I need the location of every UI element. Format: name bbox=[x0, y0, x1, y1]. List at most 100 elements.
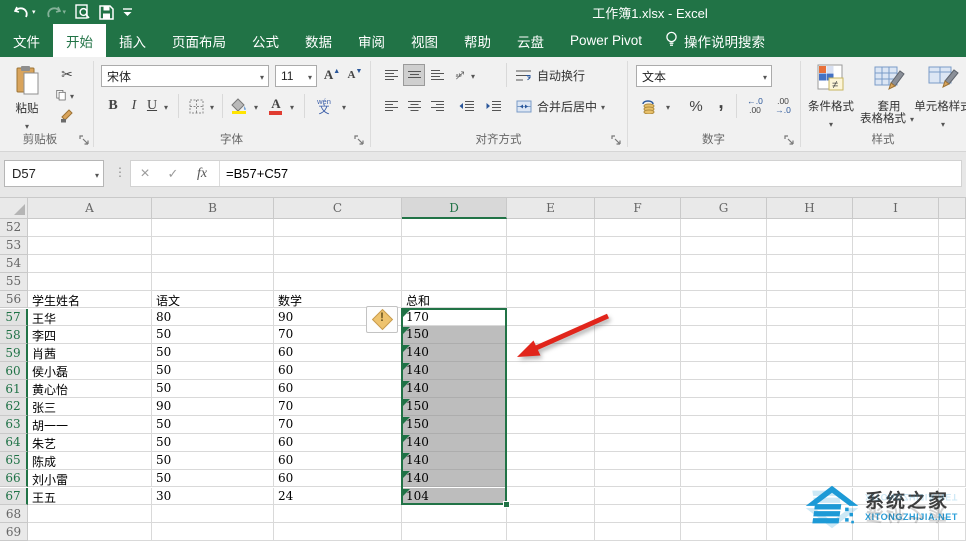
formula-text[interactable]: =B57+C57 bbox=[226, 166, 288, 181]
tab-view[interactable]: 视图 bbox=[398, 24, 451, 57]
insert-function-icon[interactable]: fx bbox=[187, 166, 217, 182]
cell[interactable] bbox=[939, 362, 966, 380]
cell[interactable] bbox=[853, 326, 939, 344]
cell[interactable] bbox=[681, 452, 767, 470]
cell[interactable] bbox=[595, 309, 681, 327]
cell[interactable] bbox=[939, 219, 966, 237]
cell[interactable] bbox=[681, 380, 767, 398]
tab-review[interactable]: 审阅 bbox=[345, 24, 398, 57]
row-header[interactable]: 63 bbox=[0, 416, 28, 434]
cell[interactable] bbox=[595, 505, 681, 523]
cell[interactable] bbox=[767, 398, 853, 416]
row-header[interactable]: 69 bbox=[0, 523, 28, 541]
cell[interactable] bbox=[853, 452, 939, 470]
row-header[interactable]: 61 bbox=[0, 380, 28, 398]
cell[interactable] bbox=[507, 219, 595, 237]
row-header[interactable]: 64 bbox=[0, 434, 28, 452]
cell[interactable]: 50 bbox=[152, 470, 274, 488]
fill-handle[interactable] bbox=[503, 501, 510, 508]
tab-file[interactable]: 文件 bbox=[0, 24, 53, 57]
cell[interactable]: 50 bbox=[152, 362, 274, 380]
cell[interactable]: 140 bbox=[402, 470, 507, 488]
print-preview-icon[interactable] bbox=[75, 4, 90, 20]
cell[interactable] bbox=[595, 380, 681, 398]
cell[interactable]: 陈成 bbox=[28, 452, 152, 470]
cell[interactable]: 50 bbox=[152, 344, 274, 362]
cell[interactable]: 语文 bbox=[152, 291, 274, 309]
cell[interactable] bbox=[507, 416, 595, 434]
cell[interactable]: 王华 bbox=[28, 309, 152, 327]
undo-dropdown-icon[interactable]: ▾ bbox=[32, 8, 36, 16]
cell[interactable] bbox=[402, 273, 507, 291]
cell[interactable] bbox=[274, 255, 402, 273]
font-color-button[interactable]: A bbox=[266, 96, 286, 116]
cell[interactable] bbox=[681, 309, 767, 327]
cell[interactable] bbox=[595, 416, 681, 434]
cell[interactable] bbox=[595, 237, 681, 255]
decrease-font-size-button[interactable]: A▼ bbox=[345, 65, 365, 85]
cell[interactable] bbox=[595, 291, 681, 309]
row-header[interactable]: 68 bbox=[0, 505, 28, 523]
cell[interactable] bbox=[507, 398, 595, 416]
cell[interactable]: 李四 bbox=[28, 326, 152, 344]
cell[interactable]: 侯小磊 bbox=[28, 362, 152, 380]
cell[interactable]: 90 bbox=[152, 398, 274, 416]
format-painter-button[interactable] bbox=[56, 107, 78, 125]
alignment-dialog-launcher[interactable] bbox=[611, 135, 623, 147]
cell[interactable] bbox=[28, 237, 152, 255]
cell[interactable] bbox=[681, 219, 767, 237]
row-header[interactable]: 58 bbox=[0, 326, 28, 344]
cell[interactable] bbox=[767, 326, 853, 344]
row-header[interactable]: 57 bbox=[0, 309, 28, 327]
column-header[interactable]: D bbox=[402, 198, 507, 219]
cell[interactable] bbox=[681, 326, 767, 344]
align-center-button[interactable] bbox=[404, 96, 424, 116]
cell[interactable] bbox=[853, 291, 939, 309]
cell[interactable] bbox=[767, 309, 853, 327]
font-size-dropdown-icon[interactable] bbox=[304, 69, 316, 83]
cut-button[interactable]: ✂ bbox=[56, 65, 78, 83]
comma-style-button[interactable]: , bbox=[712, 90, 730, 116]
cell[interactable] bbox=[681, 237, 767, 255]
cell[interactable] bbox=[853, 237, 939, 255]
cell[interactable] bbox=[507, 505, 595, 523]
cell[interactable] bbox=[681, 523, 767, 541]
cell[interactable] bbox=[595, 470, 681, 488]
cell[interactable] bbox=[681, 291, 767, 309]
cell[interactable] bbox=[939, 434, 966, 452]
cell[interactable] bbox=[507, 523, 595, 541]
cell[interactable] bbox=[681, 398, 767, 416]
font-name-dropdown-icon[interactable] bbox=[256, 69, 268, 83]
cell[interactable]: 60 bbox=[274, 380, 402, 398]
cell[interactable] bbox=[152, 237, 274, 255]
merge-center-dropdown-icon[interactable] bbox=[597, 97, 609, 115]
copy-button[interactable] bbox=[56, 86, 78, 104]
cell[interactable] bbox=[507, 326, 595, 344]
cell[interactable] bbox=[939, 380, 966, 398]
row-header[interactable]: 55 bbox=[0, 273, 28, 291]
phonetic-dropdown-icon[interactable] bbox=[338, 96, 350, 116]
italic-button[interactable]: I bbox=[126, 96, 142, 116]
cell[interactable]: 60 bbox=[274, 344, 402, 362]
formula-bar-resize-handle[interactable] bbox=[114, 165, 126, 179]
tab-home[interactable]: 开始 bbox=[53, 24, 106, 57]
conditional-formatting-dropdown-icon[interactable] bbox=[825, 114, 837, 132]
cell[interactable] bbox=[28, 273, 152, 291]
borders-button[interactable] bbox=[186, 96, 206, 116]
cell[interactable] bbox=[853, 380, 939, 398]
cell[interactable] bbox=[767, 380, 853, 398]
cell[interactable] bbox=[939, 344, 966, 362]
tab-power-pivot[interactable]: Power Pivot bbox=[557, 24, 655, 57]
increase-decimal-button[interactable]: ←.0.00 bbox=[742, 94, 768, 118]
name-box-dropdown-icon[interactable] bbox=[91, 166, 103, 181]
cell[interactable] bbox=[681, 470, 767, 488]
cell[interactable] bbox=[595, 488, 681, 506]
cell[interactable] bbox=[595, 434, 681, 452]
cell[interactable] bbox=[767, 434, 853, 452]
row-header[interactable]: 60 bbox=[0, 362, 28, 380]
column-header[interactable]: A bbox=[28, 198, 152, 219]
cell[interactable] bbox=[767, 416, 853, 434]
column-header[interactable]: E bbox=[507, 198, 595, 219]
cell[interactable]: 150 bbox=[402, 398, 507, 416]
cell[interactable] bbox=[767, 273, 853, 291]
